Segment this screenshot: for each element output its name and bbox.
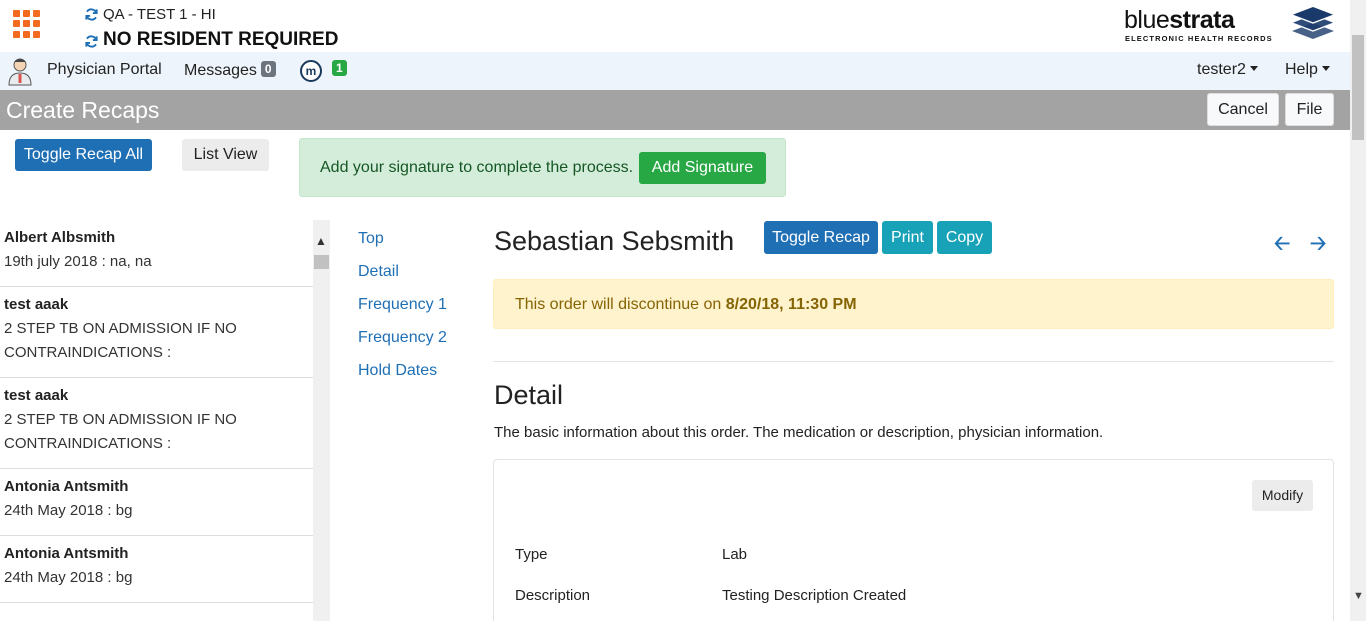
title-bar: Create Recaps Cancel File: [0, 90, 1350, 130]
user-name: tester2: [1197, 61, 1246, 78]
recap-name: test aaak: [4, 296, 69, 313]
detail-card: Modify Type Lab Description Testing Desc…: [493, 459, 1334, 621]
cancel-button[interactable]: Cancel: [1207, 93, 1279, 126]
patient-name: Sebastian Sebsmith: [494, 226, 735, 256]
page-scroll-thumb[interactable]: [1352, 35, 1364, 140]
messages-link[interactable]: Messages 0: [184, 61, 276, 80]
recap-detail: 2 STEP TB ON ADMISSION IF NO CONTRAINDIC…: [4, 320, 237, 361]
refresh-icon[interactable]: [84, 33, 99, 48]
detail-section-description: The basic information about this order. …: [494, 424, 1104, 441]
bluestrata-logo: bluestrata ELECTRONIC HEALTH RECORDS: [1124, 6, 1336, 46]
add-signature-button[interactable]: Add Signature: [639, 152, 766, 184]
help-label: Help: [1285, 61, 1318, 78]
page-scrollbar[interactable]: ▼: [1350, 0, 1366, 621]
refresh-icon[interactable]: [84, 7, 99, 22]
messages-label: Messages: [184, 62, 257, 79]
order-detail-panel: Top Detail Frequency 1 Frequency 2 Hold …: [330, 220, 1350, 621]
anchor-top[interactable]: Top: [358, 230, 447, 263]
anchor-hold-dates[interactable]: Hold Dates: [358, 362, 447, 395]
discontinue-message: This order will discontinue on 8/20/18, …: [515, 296, 857, 313]
recap-name: test aaak: [4, 387, 69, 404]
app-grid-icon[interactable]: [13, 10, 41, 38]
description-label: Description: [515, 587, 591, 604]
recap-list-scrollbar[interactable]: ▲: [313, 220, 330, 621]
signature-message: Add your signature to complete the proce…: [320, 159, 634, 176]
description-value: Testing Description Created: [722, 587, 907, 604]
list-item[interactable]: Antonia Antsmith 24th May 2018 : bg: [0, 469, 313, 536]
recap-name: Antonia Antsmith: [4, 478, 129, 495]
toggle-recap-all-button[interactable]: Toggle Recap All: [15, 139, 152, 171]
arrow-right-icon[interactable]: 🡢: [1310, 229, 1326, 263]
scroll-thumb[interactable]: [314, 255, 329, 269]
resident-selector[interactable]: NO RESIDENT REQUIRED: [84, 29, 338, 51]
discontinue-alert: This order will discontinue on 8/20/18, …: [493, 279, 1334, 329]
m-service-icon[interactable]: m: [300, 60, 322, 82]
physician-avatar-icon: [8, 58, 32, 86]
facility-label: QA - TEST 1 - HI: [103, 6, 216, 23]
list-item[interactable]: test aaak 2 STEP TB ON ADMISSION IF NO C…: [0, 378, 313, 469]
logo-wordmark: bluestrata: [1124, 6, 1235, 34]
top-header: QA - TEST 1 - HI NO RESIDENT REQUIRED bl…: [0, 0, 1350, 52]
m-count-badge: 1: [332, 60, 347, 76]
print-button[interactable]: Print: [882, 221, 933, 254]
resident-label: NO RESIDENT REQUIRED: [103, 29, 339, 50]
discontinue-date: 8/20/18, 11:30 PM: [725, 296, 857, 313]
anchor-detail[interactable]: Detail: [358, 263, 447, 296]
list-view-button[interactable]: List View: [182, 139, 269, 171]
recap-name: Antonia Antsmith: [4, 545, 129, 562]
file-button[interactable]: File: [1285, 93, 1334, 126]
logo-stack-icon: [1291, 7, 1335, 39]
caret-down-icon: [1321, 66, 1330, 71]
physician-portal-link[interactable]: Physician Portal: [47, 61, 162, 79]
chevron-up-icon[interactable]: ▲: [315, 234, 327, 248]
recap-detail: 19th july 2018 : na, na: [4, 253, 152, 270]
type-value: Lab: [722, 546, 748, 563]
recap-list: Albert Albsmith 19th july 2018 : na, na …: [0, 220, 313, 621]
user-menu-dropdown[interactable]: tester2: [1197, 61, 1258, 79]
recap-detail: 2 STEP TB ON ADMISSION IF NO CONTRAINDIC…: [4, 411, 237, 452]
signature-alert: Add your signature to complete the proce…: [299, 138, 786, 197]
section-anchor-nav: Top Detail Frequency 1 Frequency 2 Hold …: [358, 230, 447, 395]
copy-button[interactable]: Copy: [937, 221, 992, 254]
divider: [493, 361, 1334, 362]
anchor-frequency-1[interactable]: Frequency 1: [358, 296, 447, 329]
list-item[interactable]: Albert Albsmith 19th july 2018 : na, na: [0, 220, 313, 287]
recap-detail: 24th May 2018 : bg: [4, 569, 133, 586]
nav-bar: Physician Portal Messages 0 m 1 tester2 H…: [0, 52, 1350, 90]
facility-selector[interactable]: QA - TEST 1 - HI: [84, 6, 216, 23]
help-menu-dropdown[interactable]: Help: [1285, 61, 1330, 79]
modify-button[interactable]: Modify: [1252, 480, 1313, 511]
type-label: Type: [515, 546, 548, 563]
anchor-frequency-2[interactable]: Frequency 2: [358, 329, 447, 362]
arrow-left-icon[interactable]: 🡠: [1274, 229, 1290, 263]
recap-detail: 24th May 2018 : bg: [4, 502, 133, 519]
detail-section-title: Detail: [494, 380, 564, 410]
logo-subtitle: ELECTRONIC HEALTH RECORDS: [1125, 34, 1273, 43]
recap-name: Albert Albsmith: [4, 229, 116, 246]
caret-down-icon: [1249, 66, 1258, 71]
list-item[interactable]: test aaak 2 STEP TB ON ADMISSION IF NO C…: [0, 287, 313, 378]
chevron-down-icon[interactable]: ▼: [1353, 590, 1364, 602]
toggle-recap-button[interactable]: Toggle Recap: [764, 221, 878, 254]
messages-count-badge: 0: [260, 61, 276, 77]
list-item[interactable]: Antonia Antsmith 24th May 2018 : bg: [0, 536, 313, 603]
page-title: Create Recaps: [6, 97, 160, 123]
